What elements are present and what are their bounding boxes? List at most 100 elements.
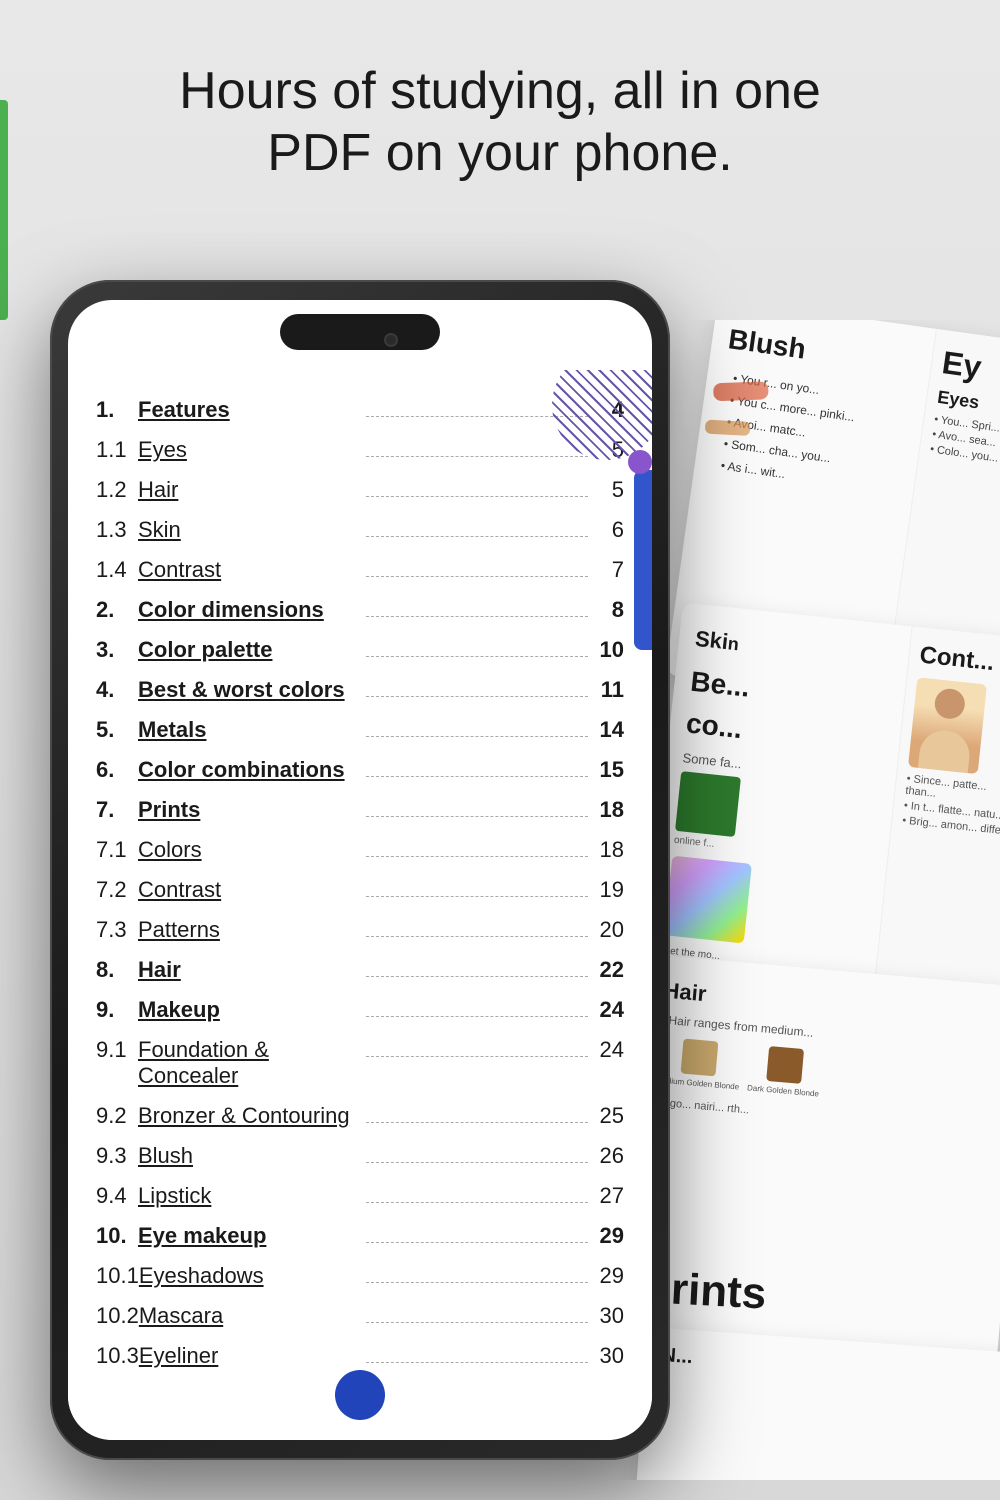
blue-sidebar-decoration [634, 470, 652, 650]
toc-number: 7. [96, 797, 138, 823]
toc-number: 7.2 [96, 877, 138, 903]
toc-number: 1.3 [96, 517, 138, 543]
toc-dots [366, 696, 588, 697]
toc-title[interactable]: Color dimensions [138, 597, 360, 623]
toc-title[interactable]: Blush [138, 1143, 360, 1169]
toc-page-number: 14 [594, 717, 624, 743]
portrait-image [908, 677, 987, 774]
header-line2: PDF on your phone. [0, 122, 1000, 184]
toc-title[interactable]: Skin [138, 517, 360, 543]
toc-page-number: 24 [594, 997, 624, 1023]
toc-dots [366, 1122, 588, 1123]
toc-title[interactable]: Hair [138, 477, 360, 503]
toc-item[interactable]: 7.Prints18 [96, 790, 624, 830]
toc-item[interactable]: 1.Features4 [96, 390, 624, 430]
toc-number: 3. [96, 637, 138, 663]
toc-title[interactable]: Metals [138, 717, 360, 743]
toc-item[interactable]: 9.2Bronzer & Contouring 25 [96, 1096, 624, 1136]
toc-dots [366, 896, 588, 897]
contrast-title: Cont... [918, 641, 1000, 680]
toc-number: 9.3 [96, 1143, 138, 1169]
toc-dots [366, 976, 588, 977]
toc-title[interactable]: Contrast [138, 877, 360, 903]
toc-number: 1.2 [96, 477, 138, 503]
toc-item[interactable]: 8.Hair22 [96, 950, 624, 990]
toc-dots [366, 456, 588, 457]
toc-title[interactable]: Makeup [138, 997, 360, 1023]
toc-title[interactable]: Hair [138, 957, 360, 983]
toc-dots [366, 1162, 588, 1163]
header-line1: Hours of studying, all in one [0, 60, 1000, 122]
toc-item[interactable]: 9.3Blush 26 [96, 1136, 624, 1176]
toc-item[interactable]: 7.3Patterns20 [96, 910, 624, 950]
toc-dots [366, 576, 588, 577]
toc-title[interactable]: Contrast [138, 557, 360, 583]
toc-number: 1. [96, 397, 138, 423]
toc-page-number: 8 [594, 597, 624, 623]
toc-page-number: 5 [594, 477, 624, 503]
toc-page-number: 29 [594, 1263, 624, 1289]
toc-dots [366, 1282, 588, 1283]
portrait-body [918, 728, 972, 773]
toc-dots [366, 496, 588, 497]
toc-page-number: 7 [594, 557, 624, 583]
toc-item[interactable]: 7.2Contrast19 [96, 870, 624, 910]
toc-title[interactable]: Eye makeup [138, 1223, 360, 1249]
toc-title[interactable]: Foundation & Concealer [138, 1037, 360, 1089]
toc-number: 1.1 [96, 437, 138, 463]
toc-item[interactable]: 5.Metals14 [96, 710, 624, 750]
green-color-swatch [675, 771, 741, 837]
dynamic-island [280, 314, 440, 350]
eyes-big-title: Ey [940, 344, 1000, 394]
phone-device: 1.Features41.1Eyes51.2Hair51.3Skin61.4Co… [50, 280, 670, 1460]
toc-page-number: 25 [594, 1103, 624, 1129]
toc-title[interactable]: Eyeshadows [139, 1263, 361, 1289]
toc-item[interactable]: 7.1Colors18 [96, 830, 624, 870]
toc-item[interactable]: 2.Color dimensions8 [96, 590, 624, 630]
toc-item[interactable]: 1.1Eyes5 [96, 430, 624, 470]
toc-number: 9.2 [96, 1103, 138, 1129]
toc-item[interactable]: 10.1Eyeshadows29 [96, 1256, 624, 1296]
toc-dots [366, 736, 588, 737]
toc-item[interactable]: 1.4Contrast7 [96, 550, 624, 590]
floral-print-image [664, 855, 752, 943]
toc-number: 9. [96, 997, 138, 1023]
toc-dots [366, 656, 588, 657]
toc-item[interactable]: 3.Color palette10 [96, 630, 624, 670]
toc-title[interactable]: Lipstick [138, 1183, 360, 1209]
toc-page-number: 24 [594, 1037, 624, 1063]
toc-page-number: 29 [594, 1223, 624, 1249]
toc-item[interactable]: 4.Best & worst colors11 [96, 670, 624, 710]
toc-title[interactable]: Color palette [138, 637, 360, 663]
toc-item[interactable]: 10.Eye makeup29 [96, 1216, 624, 1256]
toc-title[interactable]: Best & worst colors [138, 677, 360, 703]
toc-item[interactable]: 6.Color combinations15 [96, 750, 624, 790]
toc-title[interactable]: Prints [138, 797, 360, 823]
toc-item[interactable]: 1.3Skin6 [96, 510, 624, 550]
toc-item[interactable]: 9.4Lipstick27 [96, 1176, 624, 1216]
toc-number: 6. [96, 757, 138, 783]
toc-page-number: 30 [594, 1343, 624, 1369]
toc-title[interactable]: Eyes [138, 437, 360, 463]
toc-title[interactable]: Features [138, 397, 360, 423]
toc-item[interactable]: 10.2Mascara30 [96, 1296, 624, 1336]
toc-title[interactable]: Eyeliner [139, 1343, 361, 1369]
brush-stroke-orange [705, 420, 751, 436]
toc-dots [366, 616, 588, 617]
toc-page-number: 26 [594, 1143, 624, 1169]
toc-item[interactable]: 9.Makeup 24 [96, 990, 624, 1030]
toc-title[interactable]: Color combinations [138, 757, 360, 783]
toc-title[interactable]: Mascara [139, 1303, 361, 1329]
toc-dots [366, 1202, 588, 1203]
camera-icon [384, 333, 398, 347]
toc-title[interactable]: Patterns [138, 917, 360, 943]
toc-item[interactable]: 1.2Hair 5 [96, 470, 624, 510]
phone-screen: 1.Features41.1Eyes51.2Hair51.3Skin61.4Co… [68, 300, 652, 1440]
toc-dots [366, 816, 588, 817]
phone-shell: 1.Features41.1Eyes51.2Hair51.3Skin61.4Co… [50, 280, 670, 1460]
toc-title[interactable]: Colors [138, 837, 360, 863]
toc-item[interactable]: 9.1Foundation & Concealer24 [96, 1030, 624, 1096]
portrait-head [933, 687, 966, 720]
toc-dots [366, 776, 588, 777]
toc-title[interactable]: Bronzer & Contouring [138, 1103, 360, 1129]
